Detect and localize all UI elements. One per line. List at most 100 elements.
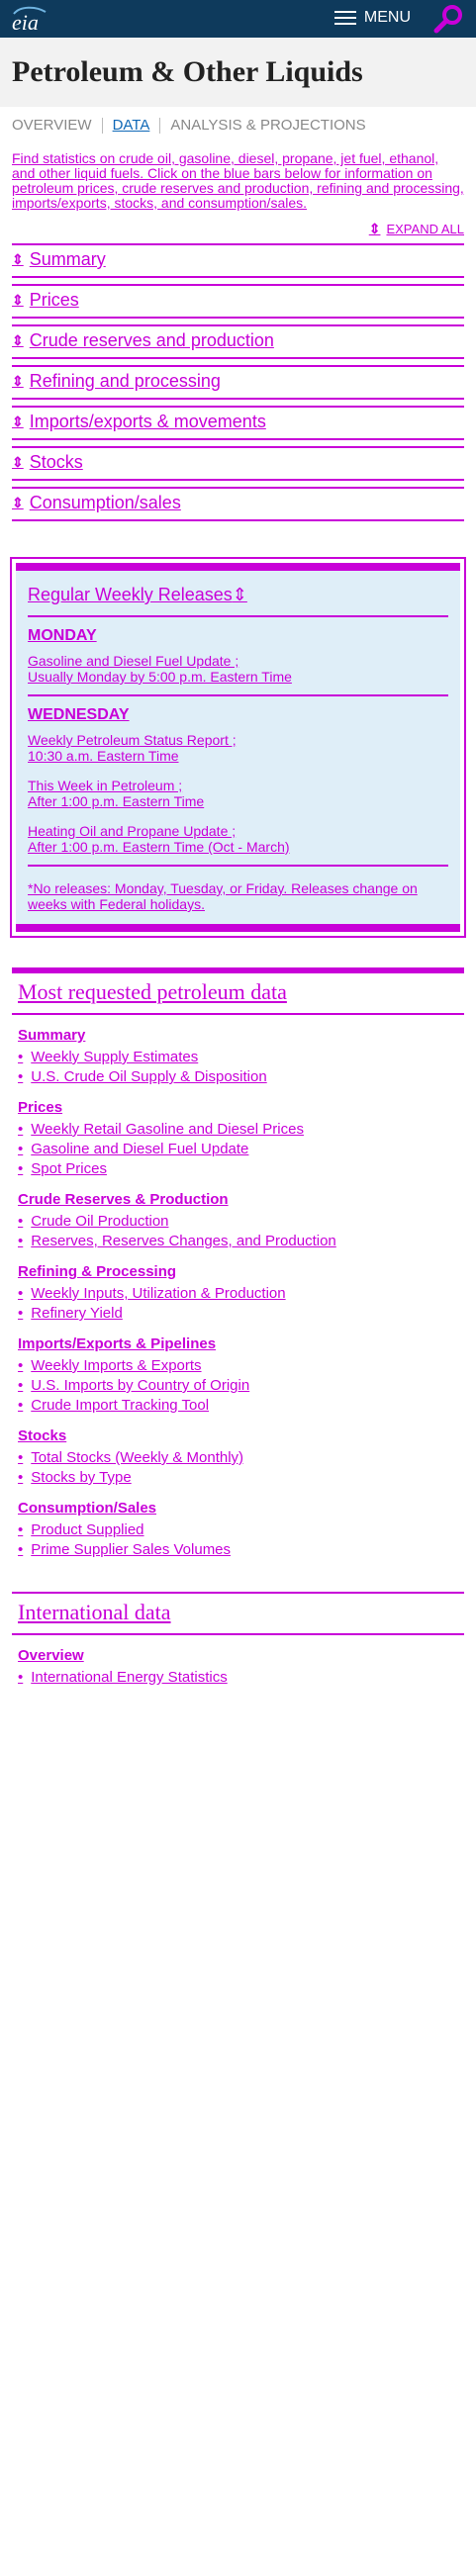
group-title: Stocks <box>18 1427 67 1444</box>
weekly-releases-title[interactable]: Regular Weekly Releases⇕ <box>28 585 448 605</box>
accordion-stocks[interactable]: ⇕ Stocks <box>12 446 464 481</box>
link-text: Weekly Supply Estimates <box>31 1049 199 1065</box>
list-item[interactable]: • Weekly Imports & Exports <box>18 1356 458 1376</box>
group-refining: Refining & Processing • Weekly Inputs, Ut… <box>18 1263 458 1324</box>
accordion-refining[interactable]: ⇕ Refining and processing <box>12 365 464 400</box>
menu-button[interactable]: MENU <box>333 9 411 27</box>
link-text: Crude Import Tracking Tool <box>31 1397 210 1414</box>
accordion-imports-exports[interactable]: ⇕ Imports/exports & movements <box>12 406 464 440</box>
release-this-week-in-petroleum[interactable]: This Week in Petroleum ; After 1:00 p.m.… <box>28 778 448 809</box>
list-item[interactable]: • Product Supplied <box>18 1520 458 1540</box>
accordion-label: Consumption/sales <box>29 493 181 512</box>
search-button[interactable] <box>430 2 466 38</box>
link-text: Stocks by Type <box>31 1469 132 1486</box>
tab-bar: OVERVIEW DATA ANALYSIS & PROJECTIONS <box>0 107 476 134</box>
group-title: Imports/Exports & Pipelines <box>18 1335 217 1352</box>
list-item[interactable]: • U.S. Crude Oil Supply & Disposition <box>18 1067 458 1087</box>
expand-all-button[interactable]: ⇕ EXPAND ALL <box>0 211 476 237</box>
intro-text[interactable]: Find statistics on crude oil, gasoline, … <box>12 151 464 211</box>
expand-icon: ⇕ <box>12 332 24 348</box>
list-item[interactable]: • Crude Import Tracking Tool <box>18 1396 458 1416</box>
accordion-label: Refining and processing <box>29 371 221 391</box>
link-text: International Energy Statistics <box>31 1669 228 1686</box>
bullet-icon: • <box>18 1449 24 1466</box>
link-text: U.S. Crude Oil Supply & Disposition <box>31 1068 267 1085</box>
release-name: Weekly Petroleum Status Report ; <box>28 732 237 748</box>
link-text: Spot Prices <box>31 1160 107 1177</box>
tab-data[interactable]: DATA <box>113 117 150 134</box>
link-text: Weekly Retail Gasoline and Diesel Prices <box>31 1121 304 1138</box>
expand-icon: ⇕ <box>368 221 381 236</box>
group-title: Refining & Processing <box>18 1263 177 1280</box>
list-item[interactable]: • Reserves, Reserves Changes, and Product… <box>18 1232 458 1251</box>
bullet-icon: • <box>18 1669 24 1686</box>
day-monday: MONDAY <box>28 627 97 644</box>
group-title: Summary <box>18 1027 86 1044</box>
international-section: International data Overview • Internation… <box>12 1592 464 1688</box>
most-requested-section: Most requested petroleum data Summary • W… <box>12 967 464 1560</box>
list-item[interactable]: • Total Stocks (Weekly & Monthly) <box>18 1448 458 1468</box>
link-text: Total Stocks (Weekly & Monthly) <box>31 1449 244 1466</box>
group-stocks: Stocks • Total Stocks (Weekly & Monthly) … <box>18 1427 458 1488</box>
list-item[interactable]: • Spot Prices <box>18 1159 458 1179</box>
weekly-releases-panel: Regular Weekly Releases⇕ MONDAY Gasoline… <box>16 563 460 932</box>
expand-icon: ⇕ <box>12 414 24 429</box>
accordion-consumption[interactable]: ⇕ Consumption/sales <box>12 487 464 521</box>
link-text: Gasoline and Diesel Fuel Update <box>31 1141 249 1157</box>
menu-label: MENU <box>363 9 411 26</box>
group-title: Overview <box>18 1647 84 1664</box>
group-summary: Summary • Weekly Supply Estimates • U.S. C… <box>18 1027 458 1087</box>
accordion-label: Crude reserves and production <box>29 330 274 350</box>
international-title: International data <box>12 1592 464 1635</box>
expand-all-label: EXPAND ALL <box>386 222 464 236</box>
expand-icon: ⇕ <box>12 373 24 389</box>
list-item[interactable]: • International Energy Statistics <box>18 1668 458 1688</box>
release-heating-oil-propane[interactable]: Heating Oil and Propane Update ; After 1… <box>28 823 448 855</box>
accordion-label: Prices <box>29 290 79 310</box>
release-gasoline-diesel[interactable]: Gasoline and Diesel Fuel Update ; Usuall… <box>28 653 448 685</box>
bullet-icon: • <box>18 1357 24 1374</box>
accordion-label: Summary <box>29 249 106 269</box>
list-item[interactable]: • Gasoline and Diesel Fuel Update <box>18 1140 458 1159</box>
list-item[interactable]: • Refinery Yield <box>18 1304 458 1324</box>
divider <box>28 615 448 617</box>
list-item[interactable]: • Stocks by Type <box>18 1468 458 1488</box>
expand-icon: ⇕ <box>232 585 247 604</box>
accordion-summary[interactable]: ⇕ Summary <box>12 243 464 278</box>
eia-logo[interactable]: eia <box>10 4 49 35</box>
list-item[interactable]: • Weekly Inputs, Utilization & Production <box>18 1284 458 1304</box>
group-overview: Overview • International Energy Statistic… <box>18 1647 458 1688</box>
tab-divider <box>159 117 161 134</box>
search-icon <box>433 5 462 34</box>
title-band: Petroleum & Other Liquids <box>0 38 476 107</box>
accordion-crude-reserves[interactable]: ⇕ Crude reserves and production <box>12 324 464 359</box>
link-text: Refinery Yield <box>31 1305 123 1322</box>
list-item[interactable]: • Weekly Retail Gasoline and Diesel Price… <box>18 1120 458 1140</box>
group-consumption: Consumption/Sales • Product Supplied • Pri… <box>18 1500 458 1560</box>
bullet-icon: • <box>18 1521 24 1538</box>
list-item[interactable]: • Crude Oil Production <box>18 1212 458 1232</box>
bullet-icon: • <box>18 1141 24 1157</box>
group-title: Crude Reserves & Production <box>18 1191 229 1208</box>
divider <box>28 694 448 696</box>
link-text: U.S. Imports by Country of Origin <box>31 1377 250 1394</box>
list-item[interactable]: • Prime Supplier Sales Volumes <box>18 1540 458 1560</box>
expand-icon: ⇕ <box>12 454 24 470</box>
bullet-icon: • <box>18 1285 24 1302</box>
group-title: Prices <box>18 1099 63 1116</box>
weekly-title-text: Regular Weekly Releases <box>28 585 233 604</box>
tab-analysis-projections[interactable]: ANALYSIS & PROJECTIONS <box>170 117 365 134</box>
most-requested-title: Most requested petroleum data <box>12 967 464 1015</box>
group-prices: Prices • Weekly Retail Gasoline and Diese… <box>18 1099 458 1179</box>
bullet-icon: • <box>18 1541 24 1558</box>
accordion-prices[interactable]: ⇕ Prices <box>12 284 464 319</box>
tab-divider <box>101 117 103 134</box>
release-time: 10:30 a.m. Eastern Time <box>28 748 179 764</box>
tab-overview[interactable]: OVERVIEW <box>12 117 92 134</box>
list-item[interactable]: • Weekly Supply Estimates <box>18 1048 458 1067</box>
release-name: Gasoline and Diesel Fuel Update ; <box>28 653 239 669</box>
release-time: Usually Monday by 5:00 p.m. Eastern Time <box>28 669 292 685</box>
bullet-icon: • <box>18 1068 24 1085</box>
release-weekly-petroleum-status[interactable]: Weekly Petroleum Status Report ; 10:30 a… <box>28 732 448 764</box>
list-item[interactable]: • U.S. Imports by Country of Origin <box>18 1376 458 1396</box>
